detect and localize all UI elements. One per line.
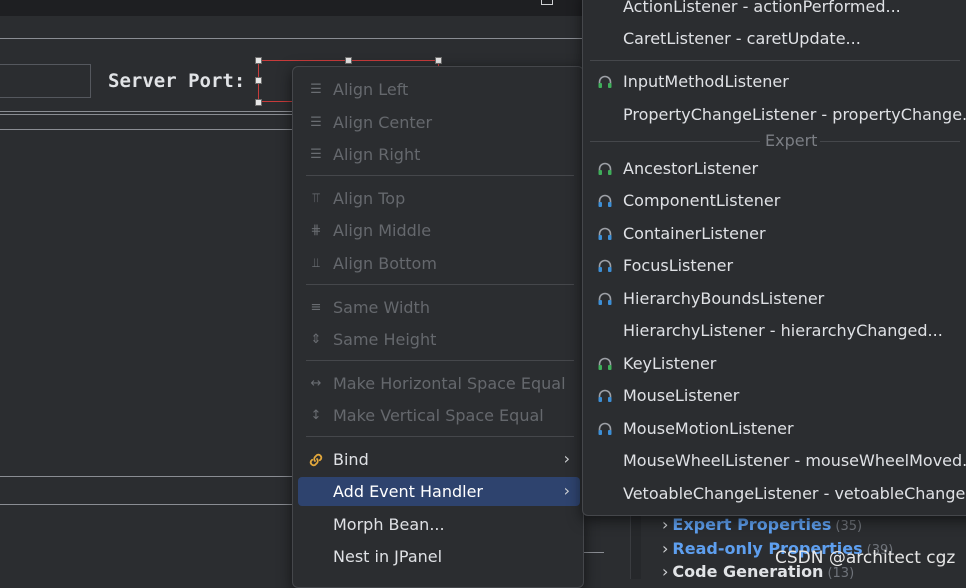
listener-green-icon xyxy=(598,162,612,175)
designer-divider xyxy=(0,111,292,112)
align-top-icon: ⫪ xyxy=(312,191,320,206)
menu-item-align-bottom[interactable]: ⫫ Align Bottom xyxy=(298,249,580,278)
resize-handle[interactable] xyxy=(255,99,262,106)
listener-blue-icon xyxy=(598,292,612,305)
resize-handle[interactable] xyxy=(435,57,442,64)
align-bottom-icon: ⫫ xyxy=(312,256,320,271)
submenu-item-input-method-listener[interactable]: InputMethodListener xyxy=(590,67,966,97)
submenu-item-property-change-listener[interactable]: PropertyChangeListener - propertyChange.… xyxy=(590,100,966,130)
menu-item-vertical-space[interactable]: ↕ Make Vertical Space Equal xyxy=(298,401,580,430)
menu-separator xyxy=(306,360,574,361)
menu-item-align-center[interactable]: ☰ Align Center xyxy=(298,108,580,137)
same-width-icon: ≡ xyxy=(310,300,322,315)
menu-item-same-height[interactable]: ⇕ Same Height xyxy=(298,325,580,354)
listener-blue-icon xyxy=(598,194,612,207)
chevron-right-icon: › xyxy=(662,562,669,581)
properties-scrollbar[interactable] xyxy=(630,505,641,579)
menu-separator xyxy=(306,175,574,176)
submenu-separator xyxy=(590,141,760,142)
submenu-item-vetoable-change-listener[interactable]: VetoableChangeListener - vetoableChange.… xyxy=(590,479,966,509)
text-field-component[interactable] xyxy=(0,64,91,98)
menu-item-bind[interactable]: Bind › xyxy=(298,445,580,474)
listener-blue-icon xyxy=(598,389,612,402)
menu-item-nest-in-jpanel[interactable]: Nest in JPanel xyxy=(298,542,580,571)
listener-blue-icon xyxy=(598,227,612,240)
submenu-item-hierarchy-bounds-listener[interactable]: HierarchyBoundsListener xyxy=(590,284,966,314)
menu-item-align-middle[interactable]: ⋕ Align Middle xyxy=(298,216,580,245)
menu-separator xyxy=(306,284,574,285)
submenu-item-component-listener[interactable]: ComponentListener xyxy=(590,186,966,216)
submenu-separator xyxy=(590,60,960,61)
listener-green-icon xyxy=(598,357,612,370)
menu-item-align-right[interactable]: ☰ Align Right xyxy=(298,140,580,169)
submenu-item-action-listener[interactable]: ActionListener - actionPerformed... xyxy=(590,0,966,22)
align-middle-icon: ⋕ xyxy=(310,223,322,238)
submenu-item-caret-listener[interactable]: CaretListener - caretUpdate... xyxy=(590,24,966,54)
link-icon xyxy=(308,452,324,468)
submenu-item-mouse-listener[interactable]: MouseListener xyxy=(590,381,966,411)
designer-divider xyxy=(0,129,292,130)
chevron-right-icon: › xyxy=(662,515,669,534)
chevron-right-icon: › xyxy=(563,449,570,468)
designer-divider xyxy=(0,504,292,505)
submenu-separator-label: Expert xyxy=(765,131,818,150)
menu-separator xyxy=(306,436,574,437)
menu-item-align-top[interactable]: ⫪ Align Top xyxy=(298,184,580,213)
chevron-right-icon: › xyxy=(563,481,570,500)
resize-handle[interactable] xyxy=(345,57,352,64)
submenu-item-ancestor-listener[interactable]: AncestorListener xyxy=(590,154,966,184)
submenu-item-mouse-motion-listener[interactable]: MouseMotionListener xyxy=(590,414,966,444)
menu-item-morph-bean[interactable]: Morph Bean... xyxy=(298,510,580,539)
server-port-label[interactable]: Server Port: xyxy=(108,70,245,92)
align-left-icon: ☰ xyxy=(310,82,322,97)
align-right-icon: ☰ xyxy=(310,147,322,162)
align-center-icon: ☰ xyxy=(310,115,322,130)
resize-handle[interactable] xyxy=(255,57,262,64)
designer-divider xyxy=(0,38,582,39)
menu-item-horizontal-space[interactable]: ↔ Make Horizontal Space Equal xyxy=(298,369,580,398)
submenu-item-focus-listener[interactable]: FocusListener xyxy=(590,251,966,281)
submenu-item-hierarchy-listener[interactable]: HierarchyListener - hierarchyChanged... xyxy=(590,316,966,346)
menu-item-add-event-handler[interactable]: Add Event Handler › xyxy=(298,477,580,506)
horizontal-space-icon: ↔ xyxy=(310,376,322,391)
listener-green-icon xyxy=(598,75,612,88)
designer-divider xyxy=(0,114,292,115)
same-height-icon: ⇕ xyxy=(310,332,322,347)
watermark: CSDN @architect cgz xyxy=(775,548,956,568)
menu-item-align-left[interactable]: ☰ Align Left xyxy=(298,75,580,104)
menu-item-same-width[interactable]: ≡ Same Width xyxy=(298,293,580,322)
submenu-item-mouse-wheel-listener[interactable]: MouseWheelListener - mouseWheelMoved... xyxy=(590,446,966,476)
submenu-separator xyxy=(820,141,960,142)
restore-window-icon[interactable] xyxy=(541,0,553,5)
listener-blue-icon xyxy=(598,422,612,435)
designer-divider xyxy=(0,476,292,477)
designer-divider xyxy=(582,552,604,553)
submenu-item-container-listener[interactable]: ContainerListener xyxy=(590,219,966,249)
property-group-expert[interactable]: › Expert Properties (35) xyxy=(662,515,862,534)
submenu-item-key-listener[interactable]: KeyListener xyxy=(590,349,966,379)
resize-handle[interactable] xyxy=(255,77,262,84)
chevron-right-icon: › xyxy=(662,539,669,558)
vertical-space-icon: ↕ xyxy=(310,408,322,423)
listener-blue-icon xyxy=(598,259,612,272)
